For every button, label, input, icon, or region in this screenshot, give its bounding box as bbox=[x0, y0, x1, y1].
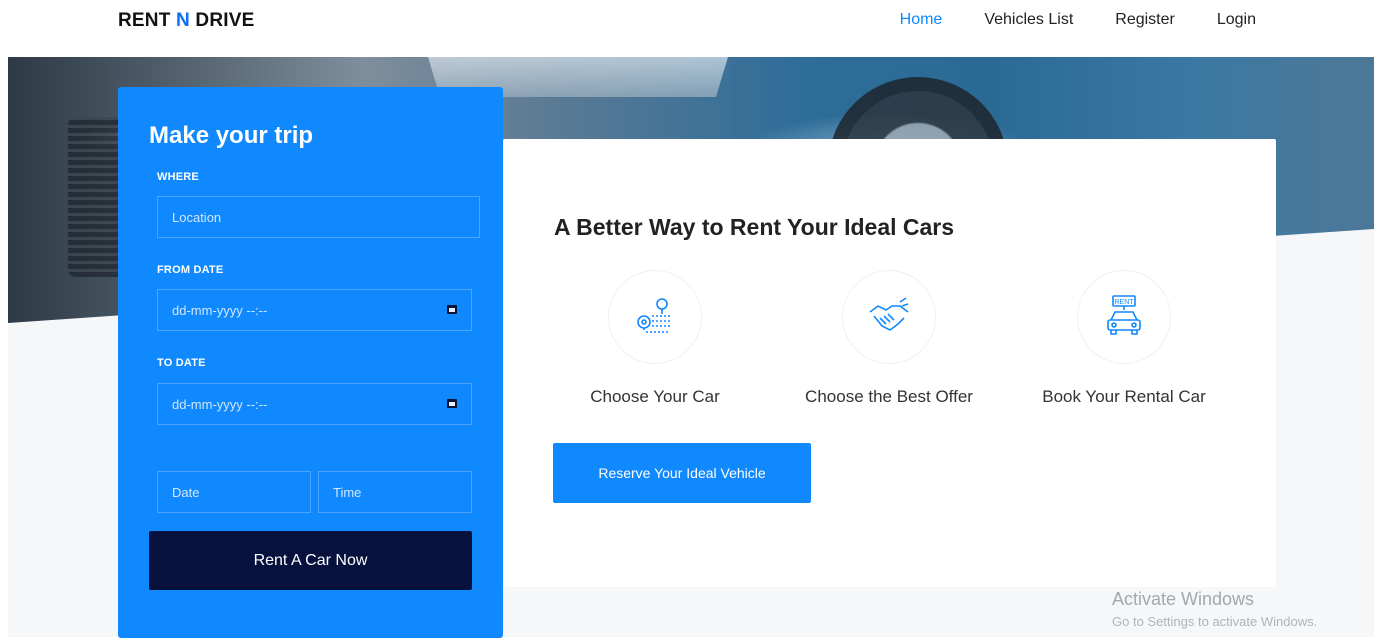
brand-text-part1: RENT bbox=[118, 10, 176, 31]
activate-windows-watermark: Activate Windows Go to Settings to activ… bbox=[1112, 589, 1317, 629]
nav-link-home[interactable]: Home bbox=[900, 11, 943, 29]
service-icon-circle bbox=[608, 270, 702, 364]
info-title: A Better Way to Rent Your Ideal Cars bbox=[554, 214, 955, 240]
nav-links: Home Vehicles List Register Login bbox=[900, 11, 1256, 29]
nav-link-register[interactable]: Register bbox=[1115, 11, 1175, 29]
from-date-placeholder: dd-mm-yyyy --:-- bbox=[172, 302, 268, 318]
brand-logo[interactable]: RENT N DRIVE bbox=[118, 10, 254, 32]
service-best-offer: Choose the Best Offer bbox=[774, 270, 1004, 407]
to-date-input[interactable]: dd-mm-yyyy --:-- bbox=[157, 383, 472, 425]
service-book-rental: RENT Book Your Rental Car bbox=[1009, 270, 1239, 407]
rent-car-now-button[interactable]: Rent A Car Now bbox=[149, 531, 472, 590]
time-placeholder: Time bbox=[333, 484, 362, 500]
watermark-subtitle: Go to Settings to activate Windows. bbox=[1112, 614, 1318, 629]
watermark-title: Activate Windows bbox=[1112, 589, 1255, 609]
to-date-placeholder: dd-mm-yyyy --:-- bbox=[172, 396, 268, 412]
time-input[interactable]: Time bbox=[318, 471, 472, 513]
form-title: Make your trip bbox=[149, 122, 314, 149]
rent-car-icon: RENT bbox=[1107, 295, 1141, 335]
service-label-choose-car: Choose Your Car bbox=[590, 387, 720, 406]
reserve-vehicle-button[interactable]: Reserve Your Ideal Vehicle bbox=[553, 443, 811, 503]
service-label-best-offer: Choose the Best Offer bbox=[805, 387, 973, 406]
calendar-icon[interactable] bbox=[447, 399, 457, 408]
nav-link-login[interactable]: Login bbox=[1217, 11, 1256, 29]
brand-text-part2: DRIVE bbox=[189, 10, 255, 31]
location-input[interactable]: Location bbox=[157, 196, 480, 238]
from-date-label: FROM DATE bbox=[157, 264, 224, 276]
navbar: RENT N DRIVE Home Vehicles List Register… bbox=[0, 0, 1374, 42]
route-pin-icon bbox=[637, 298, 672, 333]
service-choose-car: Choose Your Car bbox=[540, 270, 770, 407]
handshake-icon bbox=[869, 297, 909, 331]
service-icon-circle bbox=[842, 270, 936, 364]
date-placeholder: Date bbox=[172, 484, 200, 500]
calendar-icon[interactable] bbox=[447, 305, 457, 314]
to-date-label: TO DATE bbox=[157, 357, 206, 369]
where-label: WHERE bbox=[157, 171, 199, 183]
date-input[interactable]: Date bbox=[157, 471, 311, 513]
location-placeholder: Location bbox=[172, 209, 222, 225]
service-label-book-rental: Book Your Rental Car bbox=[1042, 387, 1206, 406]
rent-sign-text: RENT bbox=[1114, 299, 1134, 306]
service-icon-circle: RENT bbox=[1077, 270, 1171, 364]
brand-text-accent: N bbox=[176, 10, 190, 31]
from-date-input[interactable]: dd-mm-yyyy --:-- bbox=[157, 289, 472, 331]
info-card: A Better Way to Rent Your Ideal Cars Cho… bbox=[503, 139, 1276, 587]
booking-form: Make your trip WHERE Location FROM DATE … bbox=[118, 87, 503, 638]
nav-link-vehicles-list[interactable]: Vehicles List bbox=[984, 11, 1073, 29]
